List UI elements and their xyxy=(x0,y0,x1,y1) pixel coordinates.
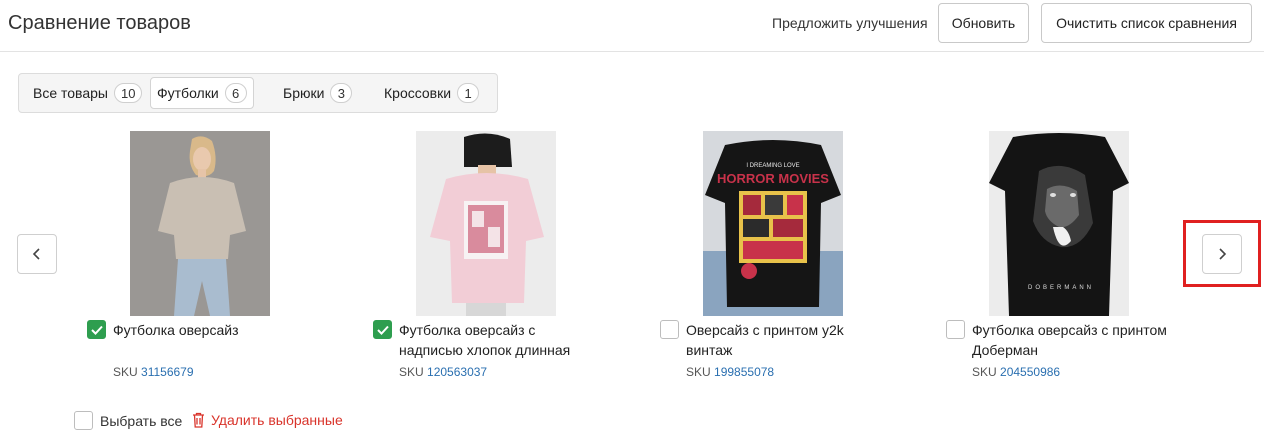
product-sku: SKU 199855078 xyxy=(686,365,774,379)
tab-count-badge: 10 xyxy=(113,83,143,103)
product-sku: SKU 31156679 xyxy=(113,365,194,379)
product-select-checkbox[interactable] xyxy=(373,320,392,339)
product-image[interactable]: DOBERMANN xyxy=(989,131,1129,316)
sku-link[interactable]: 199855078 xyxy=(714,365,774,379)
tab-label: Брюки xyxy=(283,85,325,101)
sku-label: SKU xyxy=(113,365,138,379)
carousel-prev-button[interactable] xyxy=(17,234,57,274)
sku-link[interactable]: 120563037 xyxy=(427,365,487,379)
carousel-next-button[interactable] xyxy=(1202,234,1242,274)
product-image[interactable] xyxy=(416,131,556,316)
product-sku: SKU 120563037 xyxy=(399,365,487,379)
shirt-print-tagline: I DREAMING LOVE xyxy=(746,163,799,169)
category-tabs: Все товары 10 Футболки 6 Брюки 3 Кроссов… xyxy=(18,73,498,113)
product-card: I DREAMING LOVE HORROR MOVIES Оверсайз с… xyxy=(659,131,909,381)
product-card: Футболка оверсайз SKU 31156679 xyxy=(86,131,336,381)
tab-count-badge: 1 xyxy=(457,83,480,103)
select-all-label[interactable]: Выбрать все xyxy=(100,413,182,429)
product-image[interactable] xyxy=(130,131,270,316)
suggest-improvements-link[interactable]: Предложить улучшения xyxy=(772,15,928,31)
check-icon xyxy=(90,325,103,335)
delete-selected-label: Удалить выбранные xyxy=(211,412,343,428)
check-icon xyxy=(376,325,389,335)
refresh-button[interactable]: Обновить xyxy=(938,3,1029,43)
tab-label: Все товары xyxy=(33,85,108,101)
product-select-checkbox[interactable] xyxy=(87,320,106,339)
select-all-checkbox[interactable] xyxy=(74,411,93,430)
chevron-right-icon xyxy=(1219,248,1227,260)
sku-link[interactable]: 204550986 xyxy=(1000,365,1060,379)
delete-selected-button[interactable]: Удалить выбранные xyxy=(192,412,343,428)
sku-label: SKU xyxy=(399,365,424,379)
tab-label: Кроссовки xyxy=(384,85,452,101)
product-card: DOBERMANN Футболка оверсайз с принтом До… xyxy=(945,131,1195,381)
product-card: Футболка оверсайз с надписью хлопок длин… xyxy=(372,131,622,381)
product-select-checkbox[interactable] xyxy=(946,320,965,339)
product-select-checkbox[interactable] xyxy=(660,320,679,339)
tab-tshirts[interactable]: Футболки 6 xyxy=(150,77,254,109)
product-name[interactable]: Оверсайз с принтом y2k винтаж xyxy=(686,320,866,360)
tab-count-badge: 3 xyxy=(330,83,353,103)
chevron-left-icon xyxy=(32,248,40,260)
tab-trousers[interactable]: Брюки 3 xyxy=(277,77,358,109)
product-name[interactable]: Футболка оверсайз с надписью хлопок длин… xyxy=(399,320,589,360)
shirt-print-caption: DOBERMANN xyxy=(1028,285,1094,291)
product-sku: SKU 204550986 xyxy=(972,365,1060,379)
trash-icon xyxy=(193,412,204,428)
tab-all-products[interactable]: Все товары 10 xyxy=(27,77,148,109)
product-name[interactable]: Футболка оверсайз xyxy=(113,320,313,340)
page-title: Сравнение товаров xyxy=(8,12,191,34)
sku-label: SKU xyxy=(686,365,711,379)
product-image[interactable]: I DREAMING LOVE HORROR MOVIES xyxy=(703,131,843,316)
compare-page: Сравнение товаров Предложить улучшения О… xyxy=(0,0,1264,445)
clear-compare-list-button[interactable]: Очистить список сравнения xyxy=(1041,3,1252,43)
tab-count-badge: 6 xyxy=(224,83,247,103)
page-header: Сравнение товаров Предложить улучшения О… xyxy=(0,0,1264,52)
tab-label: Футболки xyxy=(157,85,219,101)
shirt-print-title: HORROR MOVIES xyxy=(717,171,829,186)
sku-label: SKU xyxy=(972,365,997,379)
tab-sneakers[interactable]: Кроссовки 1 xyxy=(378,77,485,109)
sku-link[interactable]: 31156679 xyxy=(141,365,194,379)
product-name[interactable]: Футболка оверсайз с принтом Доберман xyxy=(972,320,1187,360)
